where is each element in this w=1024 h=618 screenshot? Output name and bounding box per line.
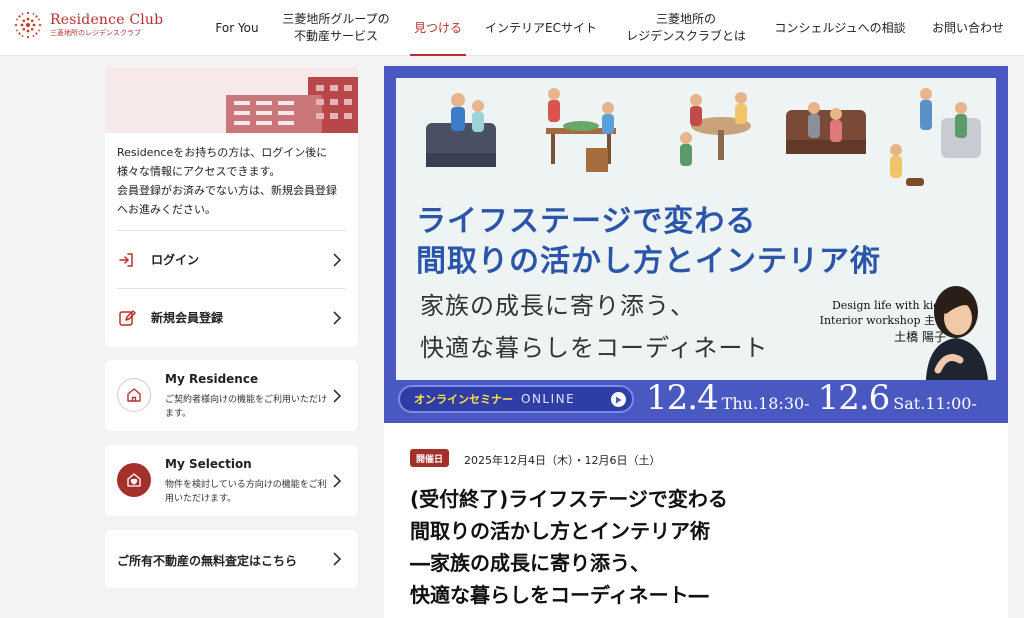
seminar-dates: 12.4 Thu.18:30- 12.6 Sat.11:00-	[646, 378, 977, 418]
nav-contact[interactable]: お問い合わせ	[924, 0, 1012, 56]
login-card-illustration	[105, 67, 358, 133]
register-label: 新規会員登録	[151, 311, 224, 325]
event-article[interactable]: 開催日 2025年12月4日（木）・12月6日（土） (受付終了)ライフステージ…	[384, 423, 1008, 618]
free-appraisal-link[interactable]: ご所有不動産の無料査定はこちら	[105, 530, 358, 588]
site-header: Residence Club 三菱地所のレジデンスクラブ For You 三菱地…	[0, 0, 1024, 56]
banner-headline-2: 間取りの活かし方とインテリア術	[416, 244, 881, 279]
login-link[interactable]: ログイン	[117, 230, 346, 288]
nav-label: 三菱地所の レジデンスクラブとは	[626, 12, 746, 43]
event-date: 2025年12月4日（木）・12月6日（土）	[464, 454, 661, 467]
nav-about-residence-club[interactable]: 三菱地所の レジデンスクラブとは	[614, 0, 758, 56]
event-date-badge: 開催日	[410, 449, 450, 467]
chevron-right-icon	[333, 473, 342, 488]
my-selection-title: My Selection	[165, 457, 252, 471]
nav-interior-ec[interactable]: インテリアECサイト	[479, 0, 603, 56]
my-residence-card[interactable]: My Residence ご契約者様向けの機能をご利用いただけます。	[105, 360, 358, 431]
login-icon	[117, 250, 137, 270]
chevron-right-icon	[333, 388, 342, 403]
nav-label: 三菱地所グループの 不動産サービス	[282, 12, 390, 43]
nav-label: お問い合わせ	[931, 20, 1004, 35]
banner-subline-1: 家族の成長に寄り添う、	[420, 292, 695, 320]
nav-concierge[interactable]: コンシェルジュへの相談	[764, 0, 916, 56]
banner-headline-1: ライフステージで変わる	[416, 204, 757, 239]
family-lifestyle-illustration	[426, 88, 981, 186]
residence-club-logo-icon	[14, 11, 42, 39]
seminar-banner[interactable]: ライフステージで変わる 間取りの活かし方とインテリア術 家族の成長に寄り添う、 …	[384, 66, 1008, 423]
online-seminar-badge: オンラインセミナー ONLINE	[398, 385, 634, 413]
login-card: Residenceをお持ちの方は、ログイン後に 様々な情報にアクセスできます。 …	[105, 67, 358, 347]
event-title[interactable]: (受付終了)ライフステージで変わる 間取りの活かし方とインテリア術 ―家族の成長…	[410, 483, 830, 611]
logo-subtitle: 三菱地所のレジデンスクラブ	[50, 29, 141, 37]
nav-find[interactable]: 見つける	[410, 0, 466, 56]
chevron-right-icon	[333, 252, 342, 267]
site-logo[interactable]: Residence Club 三菱地所のレジデンスクラブ	[12, 9, 163, 41]
banner-artwork: ライフステージで変わる 間取りの活かし方とインテリア術 家族の成長に寄り添う、 …	[396, 78, 996, 380]
login-label: ログイン	[151, 253, 200, 267]
login-description: Residenceをお持ちの方は、ログイン後に 様々な情報にアクセスできます。 …	[117, 146, 337, 216]
my-residence-description: ご契約者様向けの機能をご利用いただけます。	[165, 395, 328, 419]
nav-group-real-estate[interactable]: 三菱地所グループの 不動産サービス	[275, 0, 397, 56]
chevron-right-icon	[333, 310, 342, 325]
free-appraisal-label: ご所有不動産の無料査定はこちら	[117, 554, 298, 568]
online-label: ONLINE	[521, 392, 576, 406]
my-selection-description: 物件を検討している方向けの機能をご利用いただけます。	[165, 480, 327, 504]
nav-label: インテリアECサイト	[485, 20, 597, 35]
online-seminar-label: オンラインセミナー	[414, 393, 513, 406]
logo-title: Residence Club	[50, 12, 164, 28]
register-link[interactable]: 新規会員登録	[117, 288, 346, 346]
chevron-right-icon	[333, 552, 342, 566]
my-residence-title: My Residence	[165, 372, 259, 386]
presenter-portrait	[926, 286, 988, 380]
building-illustration	[226, 77, 358, 133]
nav-label: For You	[215, 20, 259, 35]
nav-label: コンシェルジュへの相談	[774, 20, 906, 35]
nav-for-you[interactable]: For You	[207, 0, 267, 56]
edit-icon	[117, 308, 137, 328]
selection-heart-icon	[117, 463, 151, 497]
banner-subline-2: 快適な暮らしをコーディネート	[420, 334, 769, 362]
my-selection-card[interactable]: My Selection 物件を検討している方向けの機能をご利用いただけます。	[105, 445, 358, 516]
home-icon	[117, 378, 151, 412]
play-icon	[611, 392, 626, 407]
nav-label: 見つける	[413, 20, 462, 35]
